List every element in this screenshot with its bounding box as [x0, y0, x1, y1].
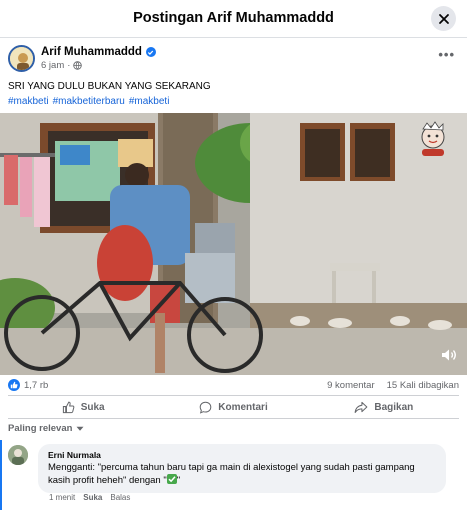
comment-highlight-edge [0, 440, 2, 510]
like-button[interactable]: Suka [8, 396, 158, 418]
comment-label[interactable]: Komentari [218, 402, 267, 413]
commenter-name[interactable]: Erni Nurmala [48, 449, 436, 461]
like-icon [8, 379, 20, 391]
author-name-text[interactable]: Arif Muhammaddd [41, 46, 142, 58]
close-icon [438, 13, 449, 24]
hashtag-link[interactable]: #makbeti [129, 94, 170, 109]
close-button[interactable] [431, 6, 456, 31]
post-time[interactable]: 6 jam [41, 60, 64, 71]
dialog-title: Postingan Arif Muhammaddd [133, 10, 334, 26]
post-video[interactable] [0, 113, 467, 375]
check-emoji [166, 474, 177, 484]
chevron-down-icon [76, 426, 84, 431]
share-button[interactable]: Bagikan [309, 396, 459, 418]
author-name[interactable]: Arif Muhammaddd [41, 46, 156, 58]
comment-reply-button[interactable]: Balas [110, 493, 130, 502]
post-header: Arif Muhammaddd 6 jam · ••• [8, 45, 459, 73]
post-meta: 6 jam · [41, 60, 83, 71]
author-avatar[interactable] [8, 45, 35, 72]
comment-count[interactable]: 9 komentar [327, 380, 375, 391]
post-dialog-header: Postingan Arif Muhammaddd [0, 0, 467, 38]
engagement-counts: 9 komentar 15 Kali dibagikan [327, 380, 459, 391]
commenter-avatar[interactable] [8, 445, 28, 465]
comment-like-button[interactable]: Suka [83, 493, 102, 502]
comment-sort-dropdown[interactable]: Paling relevan [8, 423, 84, 434]
comment-actions: 1 menit Suka Balas [49, 493, 130, 502]
post-stats: 1,7 rb 9 komentar 15 Kali dibagikan [8, 377, 459, 393]
hashtags: #makbeti #makbetiterbaru #makbeti [8, 94, 169, 109]
share-icon [354, 401, 368, 413]
like-icon [62, 401, 75, 413]
comment-body-end: " [176, 475, 181, 486]
comment-icon [199, 401, 212, 414]
globe-icon [73, 61, 83, 70]
comment-time[interactable]: 1 menit [49, 493, 75, 502]
hashtag-link[interactable]: #makbeti [8, 94, 49, 109]
share-count[interactable]: 15 Kali dibagikan [387, 380, 459, 391]
channel-logo-sticker [419, 121, 447, 164]
post-caption: SRI YANG DULU BUKAN YANG SEKARANG [8, 81, 211, 92]
like-count[interactable]: 1,7 rb [24, 380, 48, 391]
hashtag-link[interactable]: #makbetiterbaru [53, 94, 125, 109]
action-bar: Suka Komentari Bagikan [8, 395, 459, 419]
more-icon[interactable]: ••• [438, 47, 455, 62]
like-label[interactable]: Suka [81, 402, 105, 413]
comment-body: Mengganti: "percuma tahun baru tapi ga m… [48, 462, 415, 486]
share-label[interactable]: Bagikan [374, 402, 413, 413]
video-frame [0, 113, 467, 375]
comment-bubble: Erni Nurmala Mengganti: "percuma tahun b… [38, 444, 446, 493]
volume-icon[interactable] [441, 348, 457, 367]
verified-icon [145, 47, 156, 57]
sort-label[interactable]: Paling relevan [8, 423, 72, 434]
reaction-summary[interactable]: 1,7 rb [8, 379, 48, 391]
comment-button[interactable]: Komentari [158, 396, 308, 418]
comment-text: Mengganti: "percuma tahun baru tapi ga m… [48, 461, 436, 487]
